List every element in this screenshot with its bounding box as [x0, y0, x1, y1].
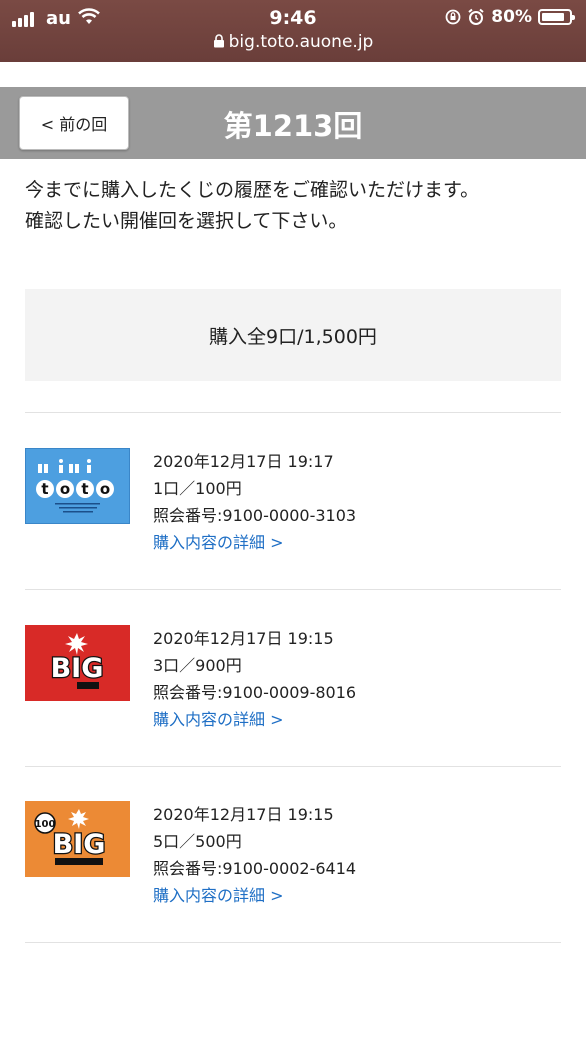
purchase-datetime: 2020年12月17日 19:15 [153, 629, 334, 648]
purchase-quantity: 5口／500円 [153, 832, 242, 851]
battery-percent: 80% [491, 7, 532, 27]
purchase-item[interactable]: 100 BIG 2020年12月17日 19:15 5口／500円 照会番号:9… [25, 801, 561, 931]
reference-number: 照会番号:9100-0000-3103 [153, 506, 357, 525]
address-bar[interactable]: big.toto.auone.jp [0, 32, 586, 52]
alarm-icon [468, 8, 484, 25]
purchase-detail-link[interactable]: 購入内容の詳細 > [153, 529, 356, 556]
page-title: 第1213回 [223, 109, 363, 143]
svg-text:t: t [81, 480, 88, 498]
purchase-summary: 購入全9口/1,500円 [25, 289, 561, 381]
status-bar: au 9:46 80% big.toto.auone.jp [0, 0, 586, 62]
reference-number: 照会番号:9100-0002-6414 [153, 859, 357, 878]
purchase-datetime: 2020年12月17日 19:17 [153, 452, 334, 471]
mini-toto-logo: t o t o [25, 448, 130, 524]
battery-icon [538, 9, 575, 25]
intro-text: 今までに購入したくじの履歴をご確認いただけます。 確認したい開催回を選択して下さ… [25, 175, 565, 237]
svg-text:BIG: BIG [53, 829, 106, 860]
purchase-quantity: 1口／100円 [153, 479, 242, 498]
divider [25, 412, 561, 413]
rotation-lock-icon [445, 9, 461, 25]
purchase-item[interactable]: BIG 2020年12月17日 19:15 3口／900円 照会番号:9100-… [25, 625, 561, 755]
svg-text:o: o [60, 480, 70, 498]
divider [25, 942, 561, 943]
svg-text:t: t [41, 480, 48, 498]
purchase-item[interactable]: t o t o 2020年12月17日 19:17 1口／100円 照会番号:9… [25, 448, 561, 578]
purchase-quantity: 3口／900円 [153, 656, 242, 675]
page-header: < 前の回 第1213回 [0, 87, 586, 159]
url-text: big.toto.auone.jp [228, 32, 374, 52]
lock-icon [213, 34, 224, 48]
purchase-detail-link[interactable]: 購入内容の詳細 > [153, 882, 356, 909]
big-logo: BIG [25, 625, 130, 701]
100yen-big-logo: 100 BIG [25, 801, 130, 877]
intro-line-2: 確認したい開催回を選択して下さい。 [25, 210, 348, 232]
divider [25, 766, 561, 767]
purchase-datetime: 2020年12月17日 19:15 [153, 805, 334, 824]
purchase-detail-link[interactable]: 購入内容の詳細 > [153, 706, 356, 733]
reference-number: 照会番号:9100-0009-8016 [153, 683, 357, 702]
svg-text:o: o [100, 480, 110, 498]
divider [25, 589, 561, 590]
intro-line-1: 今までに購入したくじの履歴をご確認いただけます。 [25, 179, 480, 201]
svg-text:BIG: BIG [51, 653, 104, 684]
